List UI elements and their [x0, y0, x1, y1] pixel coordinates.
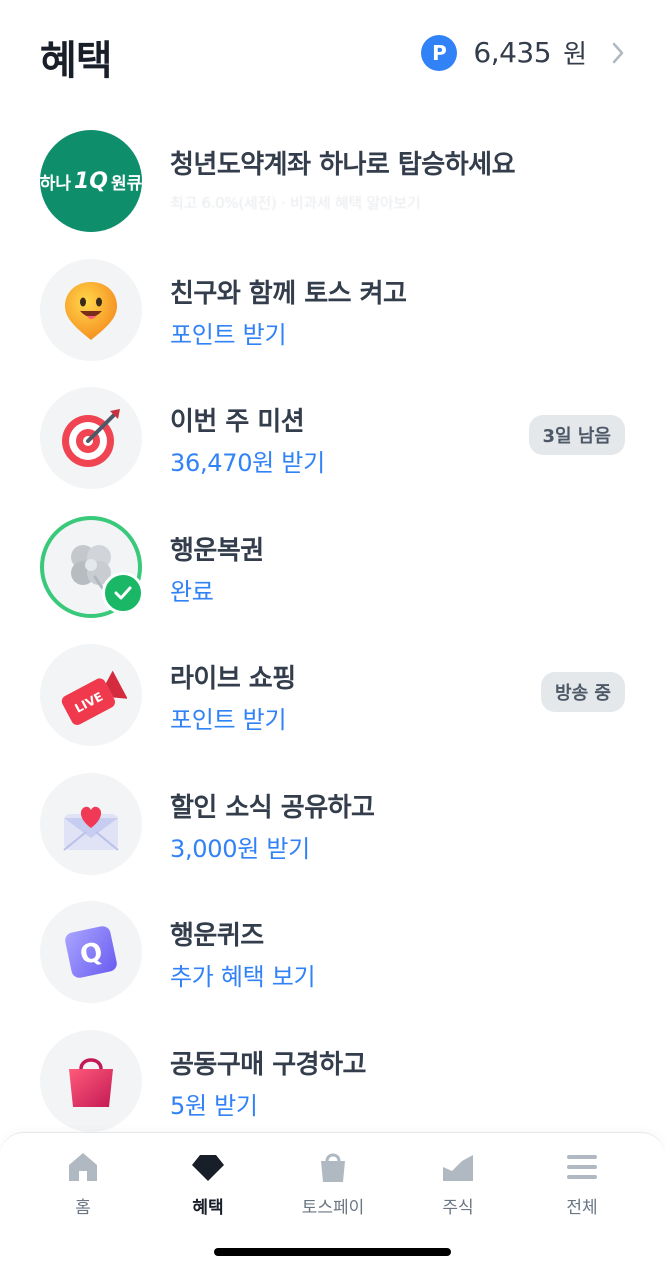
- live-tv-icon: LIVE: [40, 644, 142, 746]
- target-dart-icon: [40, 387, 142, 489]
- tab-label: 토스페이: [301, 1198, 365, 1218]
- tab-label: 주식: [442, 1198, 474, 1218]
- item-subtitle: 포인트 받기: [170, 706, 287, 734]
- home-indicator[interactable]: [214, 1248, 451, 1256]
- list-item-weekly-mission[interactable]: 이번 주 미션 36,470원 받기 3일 남음: [0, 385, 665, 514]
- item-subtitle: 추가 혜택 보기: [170, 963, 316, 991]
- item-subtitle: 36,470원 받기: [170, 449, 325, 477]
- tab-benefits[interactable]: 혜택: [153, 1149, 263, 1218]
- tab-stocks[interactable]: 주식: [403, 1149, 513, 1218]
- tab-label: 홈: [75, 1198, 91, 1218]
- menu-icon: [567, 1155, 597, 1179]
- chevron-right-icon: [612, 42, 624, 63]
- item-title: 행운퀴즈: [170, 921, 264, 951]
- benefits-screen: 혜택 P 6,435 원 하나 1Q 원큐 청년도약계좌 하나로 탑승하세요 최…: [0, 0, 665, 1271]
- item-title: 행운복권: [170, 535, 264, 566]
- status-badge: 3일 남음: [528, 415, 625, 455]
- bag-icon: [321, 1153, 345, 1182]
- list-item-lucky-quiz[interactable]: Q 행운퀴즈 추가 혜택 보기: [0, 899, 665, 1028]
- list-item-live-shopping[interactable]: LIVE 라이브 쇼핑 포인트 받기 방송 중: [0, 642, 665, 771]
- tab-all[interactable]: 전체: [527, 1149, 637, 1218]
- tab-label: 전체: [566, 1198, 598, 1218]
- points-icon: P: [421, 34, 458, 71]
- header: 혜택 P 6,435 원: [40, 28, 625, 84]
- list-item-youth-savings[interactable]: 하나 1Q 원큐 청년도약계좌 하나로 탑승하세요 최고 6.0%(세전) · …: [0, 128, 665, 257]
- points-balance-button[interactable]: P 6,435 원: [421, 34, 625, 71]
- list-item-invite-friends[interactable]: 친구와 함께 토스 켜고 포인트 받기: [0, 257, 665, 386]
- item-subtitle: 5원 받기: [170, 1091, 258, 1120]
- item-subtitle: 3,000원 받기: [170, 834, 310, 863]
- diamond-icon: [192, 1155, 224, 1181]
- points-amount: 6,435: [473, 36, 552, 69]
- item-subtitle: 최고 6.0%(세전) · 비과세 혜택 알아보기: [170, 194, 421, 212]
- smiley-pin-icon: [40, 258, 142, 361]
- item-title: 할인 소식 공유하고: [170, 792, 375, 823]
- item-subtitle: 완료: [170, 577, 214, 606]
- status-badge: 방송 중: [541, 672, 625, 712]
- benefit-list: 하나 1Q 원큐 청년도약계좌 하나로 탑승하세요 최고 6.0%(세전) · …: [0, 128, 665, 1156]
- stock-chart-icon: [443, 1155, 473, 1181]
- tab-home[interactable]: 홈: [28, 1149, 138, 1218]
- item-title: 공동구매 구경하고: [170, 1049, 366, 1080]
- points-unit: 원: [563, 40, 587, 70]
- tab-tosspay[interactable]: 토스페이: [278, 1149, 388, 1218]
- tab-label: 혜택: [192, 1198, 224, 1218]
- quiz-cube-icon: Q: [40, 901, 142, 1003]
- list-item-lucky-lottery[interactable]: 행운복권 완료: [0, 514, 665, 643]
- shopping-bag-icon: [40, 1029, 142, 1132]
- item-title: 라이브 쇼핑: [170, 664, 296, 694]
- item-title: 친구와 함께 토스 켜고: [170, 278, 407, 309]
- list-item-share-discount[interactable]: 할인 소식 공유하고 3,000원 받기: [0, 771, 665, 900]
- hana-1q-logo: 하나 1Q 원큐: [40, 130, 142, 232]
- checkmark-icon: [102, 571, 144, 614]
- page-title: 혜택: [40, 38, 113, 84]
- home-icon: [69, 1153, 97, 1181]
- item-title: 이번 주 미션: [170, 407, 305, 437]
- item-title: 청년도약계좌 하나로 탑승하세요: [170, 150, 515, 180]
- heart-envelope-icon: [40, 772, 142, 875]
- item-subtitle: 포인트 받기: [170, 320, 287, 349]
